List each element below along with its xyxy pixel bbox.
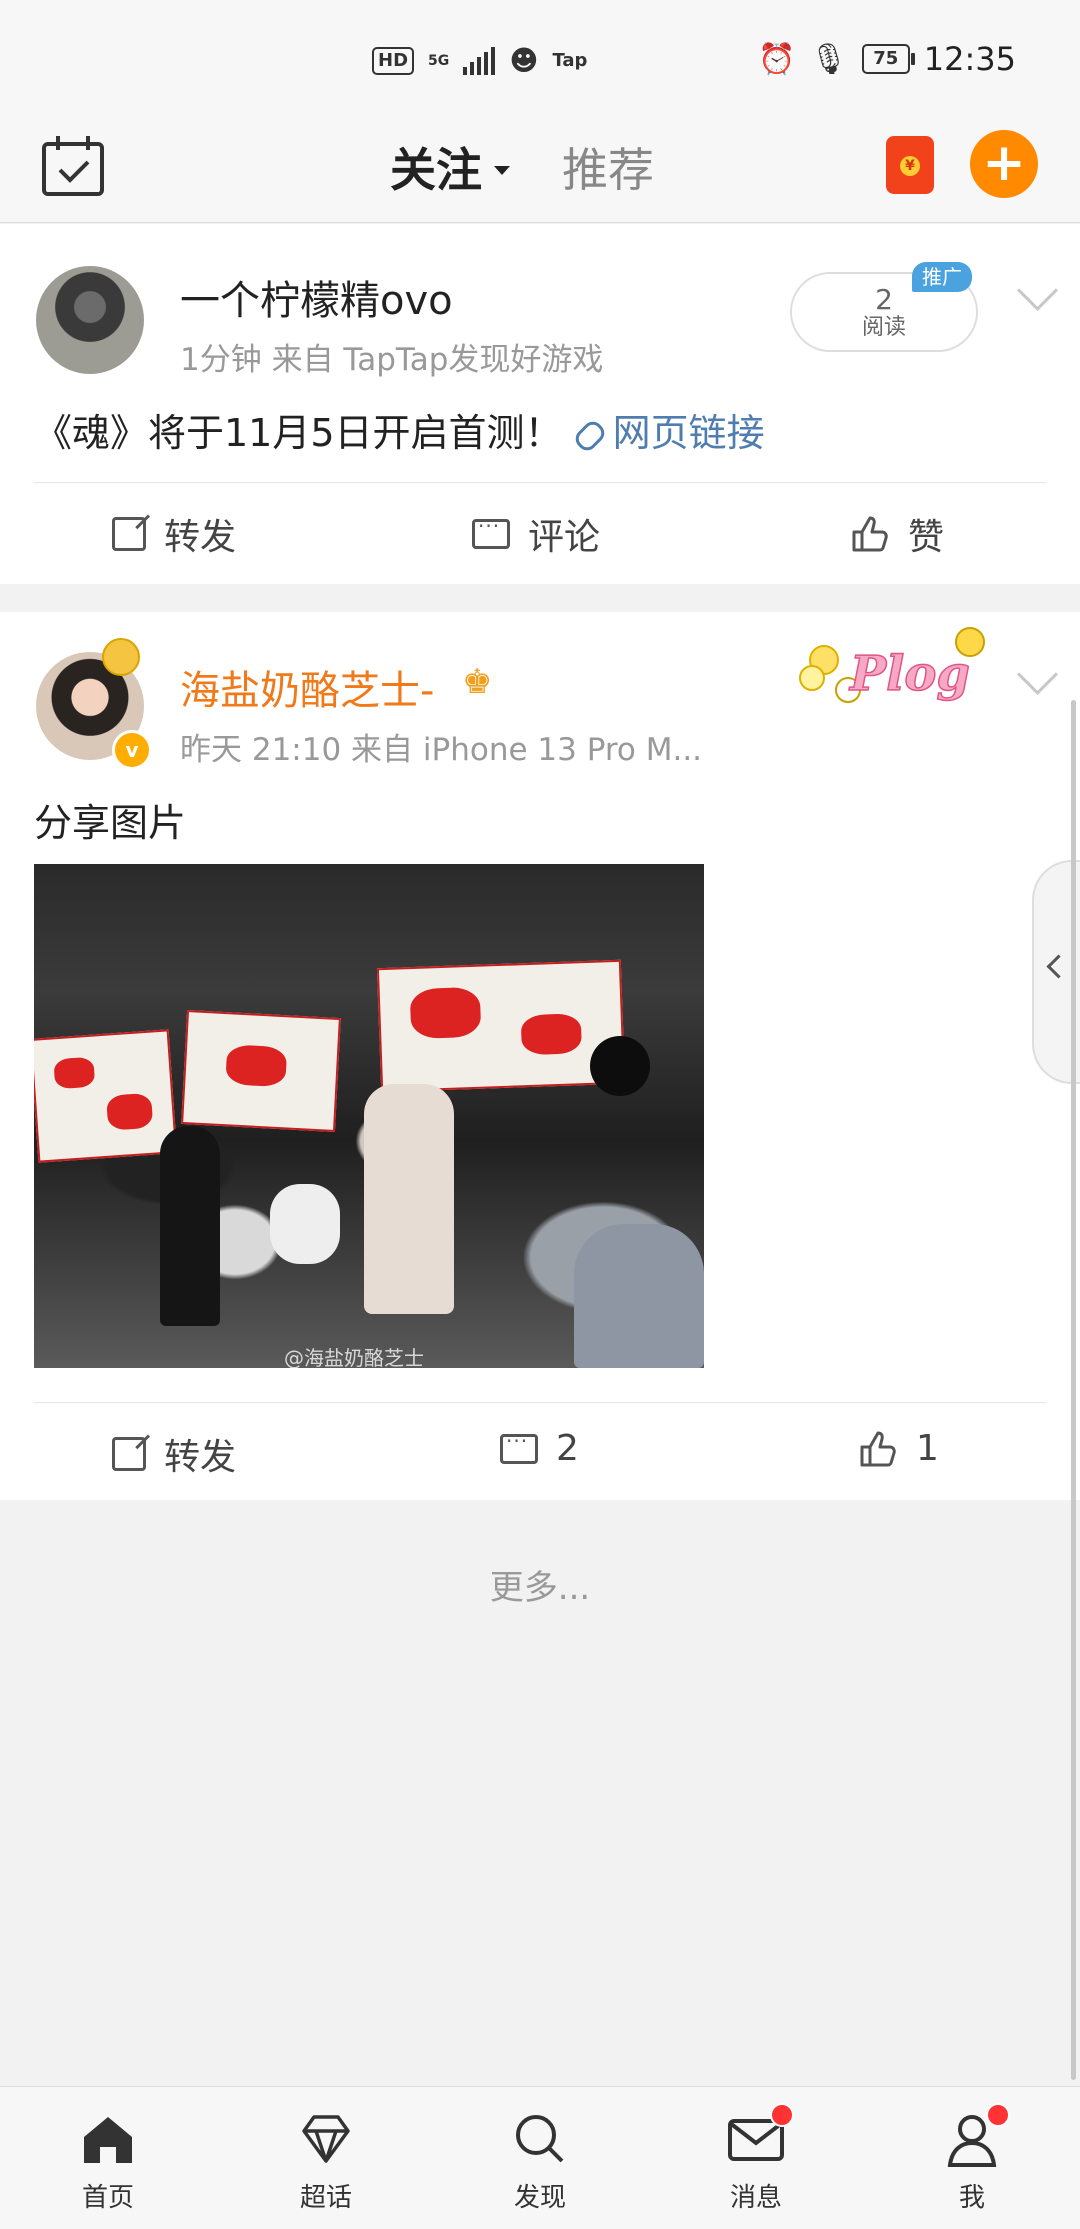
tab-me-label: 我: [958, 2183, 985, 2213]
post-photo[interactable]: @海盐奶酪芝士: [34, 864, 704, 1368]
tab-messages[interactable]: 消息: [686, 2103, 826, 2214]
top-navigation: 关注 推荐 ¥ +: [0, 120, 1080, 223]
photo-watermark: @海盐奶酪芝士: [284, 1346, 424, 1368]
post-body: 《魂》将于11月5日开启首测！: [34, 411, 563, 455]
verified-badge-icon: v: [112, 730, 152, 770]
web-link[interactable]: 网页链接: [571, 411, 765, 455]
like-button[interactable]: 1: [858, 1428, 939, 1469]
thumbs-up-icon: [858, 1429, 898, 1469]
notification-dot: [770, 2103, 794, 2127]
share-label: 转发: [164, 517, 237, 558]
hd-indicator: HD: [372, 46, 415, 75]
post-card[interactable]: v 海盐奶酪芝士- ♚ 昨天 21:10 来自 iPhone 13 Pro M.…: [0, 612, 1080, 1500]
status-bar: HD 5G ☻ Tap ⏰ 🎙 75 12:35: [0, 0, 1080, 120]
tab-super-topic[interactable]: 超话: [256, 2107, 396, 2214]
post-meta: 昨天 21:10 来自 iPhone 13 Pro M...: [180, 732, 703, 768]
compose-add-button[interactable]: +: [970, 130, 1038, 198]
crown-icon: ♚: [462, 662, 493, 702]
post-card[interactable]: 一个柠檬精ovo 1分钟 来自 TapTap发现好游戏 2 阅读 推广 《魂》将…: [0, 224, 1080, 584]
tab-recommend[interactable]: 推荐: [562, 134, 654, 200]
divider: [34, 482, 1046, 483]
wechat-icon: ☻: [509, 44, 539, 77]
post-text: 《魂》将于11月5日开启首测！ 网页链接: [34, 402, 765, 457]
taptap-indicator: Tap: [552, 50, 588, 71]
user-icon: [940, 2103, 1010, 2171]
tab-follow[interactable]: 关注: [390, 134, 510, 200]
post-actions: 转发 2 1: [0, 1404, 1080, 1504]
coin-icon: ¥: [900, 156, 920, 176]
calendar-checkin-button[interactable]: [40, 134, 108, 198]
tab-home-label: 首页: [81, 2183, 134, 2213]
alarm-icon: ⏰: [758, 41, 796, 77]
photo-figure: [270, 1184, 340, 1264]
share-icon: [112, 1437, 146, 1471]
post-actions: 转发 评论 赞: [0, 484, 1080, 584]
notification-dot: [986, 2103, 1010, 2127]
comment-label: 评论: [528, 517, 601, 558]
comment-button[interactable]: 评论: [472, 508, 600, 560]
like-count: 1: [916, 1428, 939, 1469]
photo-figure: [160, 1126, 220, 1326]
plog-sticker-icon: Plog: [799, 627, 985, 703]
tab-home[interactable]: 首页: [38, 2107, 178, 2214]
plog-text: Plog: [848, 646, 970, 702]
photo-figure: [590, 1036, 650, 1096]
share-icon: [112, 517, 146, 551]
microphone-icon: 🎙: [809, 41, 848, 77]
avatar[interactable]: [36, 266, 144, 374]
chevron-down-icon[interactable]: [1016, 653, 1059, 696]
tab-discover[interactable]: 发现: [470, 2107, 610, 2214]
scrollbar[interactable]: [1071, 700, 1076, 2080]
chevron-down-icon[interactable]: [1016, 269, 1059, 312]
share-button[interactable]: 转发: [112, 1428, 236, 1480]
caret-down-icon: [494, 166, 510, 175]
calendar-check-icon: [42, 136, 104, 196]
promoted-badge: 推广: [912, 262, 972, 292]
post-username[interactable]: 一个柠檬精ovo: [180, 268, 453, 326]
comment-count: 2: [556, 1428, 579, 1469]
load-more-link[interactable]: 更多...: [0, 1560, 1080, 1609]
red-packet-button[interactable]: ¥: [886, 136, 934, 194]
bottom-tab-bar: 首页 超话 发现 消息 我: [0, 2086, 1080, 2229]
search-icon: [508, 2107, 572, 2171]
network-type: 5G: [428, 52, 450, 69]
tab-super-topic-label: 超话: [299, 2183, 352, 2213]
comment-button[interactable]: 2: [500, 1428, 579, 1469]
read-label: 阅读: [861, 315, 906, 340]
tab-messages-label: 消息: [729, 2183, 782, 2213]
photo-figure: [364, 1084, 454, 1314]
avatar-pendant-icon: [102, 638, 140, 676]
post-body: 分享图片: [34, 801, 187, 845]
divider: [34, 1402, 1046, 1403]
share-label: 转发: [164, 1437, 237, 1478]
clock: 12:35: [923, 40, 1016, 78]
chevron-left-icon: [1046, 954, 1071, 979]
share-button[interactable]: 转发: [112, 508, 236, 560]
signal-icon: [463, 46, 496, 75]
comment-icon: [500, 1429, 538, 1464]
photo-banner: [376, 959, 626, 1093]
tab-follow-label: 关注: [390, 143, 482, 197]
web-link-label: 网页链接: [612, 411, 765, 455]
link-icon: [571, 417, 609, 454]
mail-icon: [724, 2103, 794, 2171]
home-icon: [76, 2107, 140, 2171]
status-indicators: HD 5G ☻ Tap: [372, 44, 587, 77]
post-meta: 1分钟 来自 TapTap发现好游戏: [180, 342, 604, 378]
photo-banner: [34, 1029, 178, 1163]
photo-banner: [181, 1010, 341, 1132]
diamond-icon: [294, 2107, 358, 2171]
tab-discover-label: 发现: [513, 2183, 566, 2213]
tab-me[interactable]: 我: [902, 2103, 1042, 2214]
thumbs-up-icon: [850, 514, 890, 554]
like-label: 赞: [908, 517, 945, 558]
photo-figure: [574, 1224, 704, 1368]
status-right: ⏰ 🎙 75 12:35: [758, 40, 1016, 78]
battery-icon: 75: [861, 44, 915, 74]
post-username[interactable]: 海盐奶酪芝士-: [180, 658, 434, 716]
like-button[interactable]: 赞: [850, 508, 944, 560]
comment-icon: [472, 514, 510, 549]
